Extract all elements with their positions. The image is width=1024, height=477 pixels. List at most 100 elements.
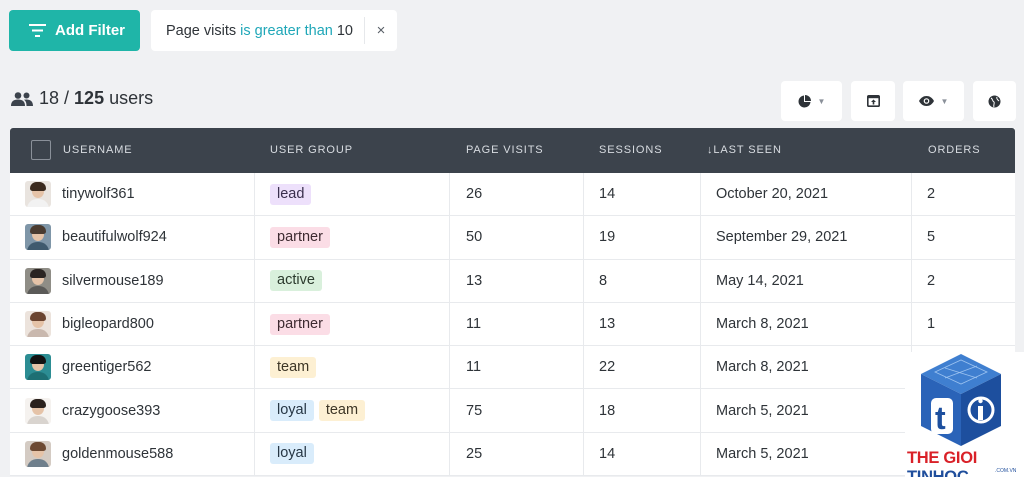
column-header-last-seen[interactable]: ↓LAST SEEN xyxy=(707,144,782,156)
group-tag: lead xyxy=(270,183,312,205)
column-divider xyxy=(700,432,701,476)
column-divider xyxy=(583,432,584,476)
page-visits-cell: 11 xyxy=(466,359,482,376)
username: crazygoose393 xyxy=(62,402,161,419)
column-divider xyxy=(583,302,584,346)
user-group-cell: loyal xyxy=(270,433,319,475)
table-row[interactable]: bigleopard800 partner 11 13 March 8, 2021 1 xyxy=(10,302,1015,347)
user-group-cell: active xyxy=(270,260,327,302)
orders-cell: 2 xyxy=(927,186,936,203)
column-divider xyxy=(449,389,450,432)
username-cell[interactable]: bigleopard800 xyxy=(25,303,154,345)
close-icon: × xyxy=(376,22,386,39)
table-header: USERNAME USER GROUP PAGE VISITS SESSIONS… xyxy=(10,128,1015,173)
column-header-user-group[interactable]: USER GROUP xyxy=(270,144,353,156)
table-row[interactable]: crazygoose393loyalteam7518March 5, 20214 xyxy=(10,389,1015,433)
total-count: 125 xyxy=(74,88,105,108)
orders-cell: 1 xyxy=(927,316,936,333)
sessions-cell: 19 xyxy=(599,229,616,246)
export-button[interactable] xyxy=(851,81,895,121)
eye-icon xyxy=(918,96,934,106)
count-separator: / xyxy=(64,88,70,108)
username-cell[interactable]: beautifulwolf924 xyxy=(25,216,167,258)
add-filter-button[interactable]: Add Filter xyxy=(9,10,140,51)
active-filter-chip[interactable]: Page visits is greater than 10 × xyxy=(151,10,397,51)
page-visits-cell: 25 xyxy=(466,445,483,462)
globe-icon xyxy=(988,95,1001,107)
page-visits-cell: 75 xyxy=(466,402,483,419)
pie-chart-icon xyxy=(798,94,811,107)
group-tag: active xyxy=(270,270,322,292)
filter-field: Page visits xyxy=(166,22,237,39)
remove-filter-button[interactable]: × xyxy=(364,17,397,44)
avatar xyxy=(25,267,51,294)
last-seen-cell: March 5, 2021 xyxy=(716,445,809,462)
add-filter-label: Add Filter xyxy=(55,22,125,39)
username-cell[interactable]: tinywolf361 xyxy=(25,173,135,215)
export-icon xyxy=(866,95,880,107)
username-cell[interactable]: crazygoose393 xyxy=(25,389,160,431)
sessions-cell: 8 xyxy=(599,272,608,289)
column-divider xyxy=(449,432,450,476)
avatar xyxy=(25,440,51,467)
orders-cell: 5 xyxy=(927,229,936,246)
column-divider xyxy=(911,173,912,216)
username: tinywolf361 xyxy=(62,186,135,203)
column-divider xyxy=(449,216,450,259)
count-unit: users xyxy=(109,88,154,108)
page-visits-cell: 50 xyxy=(466,229,483,246)
column-divider xyxy=(700,389,701,432)
watermark-sub: .COM.VN xyxy=(995,468,1017,474)
username: beautifulwolf924 xyxy=(62,229,167,246)
table-row[interactable]: beautifulwolf924 partner 50 19 September 29,… xyxy=(10,216,1015,260)
table-row[interactable]: goldenmouse588loyal2514March 5, 20211 xyxy=(10,432,1015,477)
table-row[interactable]: greentiger562team1122March 8, 20218 xyxy=(10,346,1015,390)
last-seen-cell: March 8, 2021 xyxy=(716,316,809,333)
select-all-checkbox[interactable] xyxy=(31,140,51,160)
orders-cell: 2 xyxy=(927,272,936,289)
table-row[interactable]: tinywolf361 lead 26 14 October 20, 2021 2 xyxy=(10,173,1015,217)
username: silvermouse189 xyxy=(62,272,164,289)
page-visits-cell: 26 xyxy=(466,186,483,203)
shown-count: 18 xyxy=(39,88,60,108)
visibility-button[interactable]: ▼ xyxy=(903,81,964,121)
users-icon xyxy=(11,91,33,106)
table-body: tinywolf361 lead 26 14 October 20, 2021 2 beau… xyxy=(10,173,1015,477)
column-header-username[interactable]: USERNAME xyxy=(63,144,133,156)
column-divider xyxy=(700,173,701,216)
column-divider xyxy=(254,432,255,476)
user-group-cell: partner xyxy=(270,303,335,345)
column-header-sessions[interactable]: SESSIONS xyxy=(599,144,662,156)
sessions-cell: 14 xyxy=(599,186,616,203)
filter-value: 10 xyxy=(336,22,353,39)
last-seen-cell: September 29, 2021 xyxy=(716,229,848,246)
last-seen-cell: March 5, 2021 xyxy=(716,402,809,419)
last-seen-cell: March 8, 2021 xyxy=(716,359,809,376)
column-divider xyxy=(583,389,584,432)
column-divider xyxy=(449,302,450,346)
column-divider xyxy=(449,173,450,216)
sessions-cell: 18 xyxy=(599,402,616,419)
user-count: 18 / 125 users xyxy=(11,88,153,109)
svg-text:t: t xyxy=(935,400,946,436)
username-cell[interactable]: silvermouse189 xyxy=(25,260,164,302)
column-header-orders[interactable]: ORDERS xyxy=(928,144,980,156)
column-divider xyxy=(700,346,701,389)
avatar xyxy=(25,224,51,251)
column-divider xyxy=(254,259,255,302)
username: bigleopard800 xyxy=(62,316,154,333)
last-seen-cell: October 20, 2021 xyxy=(716,186,829,203)
user-group-cell: loyal team xyxy=(270,389,370,431)
table-row[interactable]: silvermouse189 active 13 8 May 14, 2021 2 xyxy=(10,259,1015,303)
avatar xyxy=(25,354,51,381)
username-cell[interactable]: goldenmouse588 xyxy=(25,433,173,475)
filter-lines-icon xyxy=(29,24,46,37)
username-cell[interactable]: greentiger562 xyxy=(25,346,152,388)
column-divider xyxy=(700,302,701,346)
column-header-page-visits[interactable]: PAGE VISITS xyxy=(466,144,544,156)
group-tag: loyal xyxy=(270,400,314,422)
globe-button[interactable] xyxy=(973,81,1016,121)
users-table: USERNAME USER GROUP PAGE VISITS SESSIONS… xyxy=(10,128,1015,477)
chart-view-button[interactable]: ▼ xyxy=(781,81,842,121)
username: greentiger562 xyxy=(62,359,152,376)
